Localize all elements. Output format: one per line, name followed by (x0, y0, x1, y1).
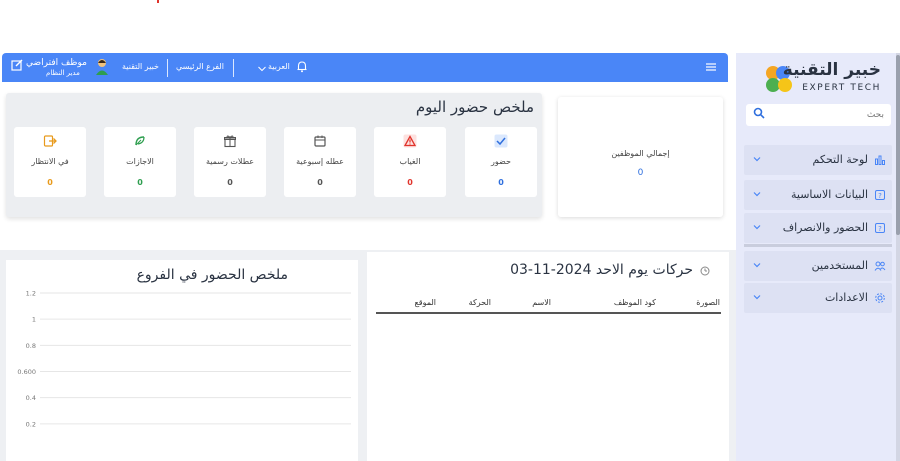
card-absent[interactable]: الغياب 0 (374, 127, 446, 197)
card-present[interactable]: حضور 0 (465, 127, 537, 197)
summary-title: ملخص حضور اليوم (415, 98, 534, 116)
sidebar-item-dashboard[interactable]: لوحة التحكم (744, 145, 892, 175)
branches-chart: 1.2 1 0.8 0.600 0.4 0.2 (17, 290, 351, 428)
brand-logo[interactable]: خبير التقنية EXPERT TECH (766, 60, 881, 98)
card-value: 0 (317, 178, 323, 187)
card-label: في الانتظار (31, 157, 69, 166)
menu-icon[interactable] (705, 62, 717, 72)
edit-profile-icon[interactable] (11, 59, 23, 71)
card-label: حضور (491, 157, 511, 166)
attendance-icon: ? (875, 223, 885, 233)
y-tick-label: 0.4 (26, 394, 36, 402)
topbar-divider (167, 59, 168, 77)
sidebar-item-users[interactable]: المستخدمين (744, 251, 892, 281)
sidebar-item-settings[interactable]: الاعدادات (744, 283, 892, 313)
svg-text:?: ? (878, 192, 882, 200)
y-tick-label: 1.2 (26, 290, 36, 298)
sidebar-scrollbar[interactable] (896, 53, 900, 461)
card-value: 0 (47, 178, 53, 187)
card-label: الغياب (399, 157, 421, 166)
column-header-location[interactable]: الموقع (415, 298, 437, 307)
column-header-movement[interactable]: الحركة (469, 298, 491, 307)
chevron-down-icon (753, 263, 761, 268)
y-tick-label: 1 (32, 316, 36, 324)
y-tick-label: 0.8 (26, 342, 36, 350)
card-value: 0 (227, 178, 233, 187)
calendar-icon (314, 135, 326, 147)
y-tick-label: 0.600 (17, 368, 36, 376)
sidebar-search (746, 104, 891, 126)
chevron-down-icon (753, 192, 761, 197)
attendance-summary-panel: ملخص حضور اليوم حضور 0 الغياب 0 عطله إسب… (6, 93, 542, 217)
card-label: الاجازات (126, 157, 154, 166)
sidebar-item-label: الاعدادات (824, 291, 868, 304)
sidebar-divider (744, 244, 892, 247)
sidebar-item-label: لوحة التحكم (812, 153, 868, 166)
card-value: 0 (407, 178, 413, 187)
pending-icon (43, 135, 57, 147)
sidebar-item-label: الحضور والانصراف (782, 221, 868, 234)
card-value: 0 (137, 178, 143, 187)
card-label: عطلات رسمية (205, 157, 255, 166)
settings-icon (875, 293, 885, 303)
card-label: عطله إسبوعية (296, 157, 344, 166)
avatar[interactable] (95, 58, 109, 76)
branch-name[interactable]: الفرع الرئيسي (176, 62, 224, 71)
company-name: خبير التقنية (122, 62, 159, 71)
sidebar-item-attendance[interactable]: الحضور والانصراف ? (744, 213, 892, 243)
dashboard-icon (875, 155, 885, 165)
total-employees-card[interactable]: إجمالي الموظفين 0 (558, 97, 723, 217)
sidebar-item-label: البيانات الاساسية (791, 188, 868, 201)
total-employees-label: إجمالي الموظفين (611, 149, 670, 158)
gift-icon (224, 135, 236, 148)
branches-chart-panel: ملخص الحضور في الفروع 1.2 1 0.8 0.600 0.4 0.2 (6, 260, 358, 461)
total-employees-value: 0 (637, 168, 644, 178)
movements-title: حركات يوم الاحد 2024-11-03 (510, 262, 693, 278)
column-header-name[interactable]: الاسم (532, 298, 551, 307)
chevron-down-icon (753, 157, 761, 162)
card-official-holidays[interactable]: عطلات رسمية 0 (194, 127, 266, 197)
svg-text:?: ? (878, 225, 882, 233)
card-pending[interactable]: في الانتظار 0 (14, 127, 86, 197)
users-icon (874, 261, 886, 271)
database-icon: ? (875, 190, 885, 200)
leave-icon (135, 136, 145, 146)
table-header-divider (376, 312, 721, 314)
card-value: 0 (498, 178, 504, 187)
top-bar: موظف افتراضي مدير النظام خبير التقنية ال… (2, 53, 728, 82)
chevron-down-icon (753, 295, 761, 300)
clock-icon (700, 266, 710, 276)
language-select[interactable]: العربية (268, 62, 290, 71)
user-name[interactable]: موظف افتراضي (26, 58, 87, 68)
brand-title: خبير التقنية (782, 60, 881, 80)
column-header-photo[interactable]: الصورة (696, 298, 720, 307)
sidebar-item-basic-data[interactable]: البيانات الاساسية ? (744, 180, 892, 210)
search-input[interactable] (770, 107, 884, 123)
chevron-down-icon[interactable] (257, 65, 267, 73)
column-header-employee-code[interactable]: كود الموظف (614, 298, 656, 307)
card-weekly-off[interactable]: عطله إسبوعية 0 (284, 127, 356, 197)
user-role: مدير النظام (46, 69, 80, 77)
y-tick-label: 0.2 (26, 420, 36, 428)
red-marker (157, 0, 159, 3)
sidebar-item-label: المستخدمين (811, 259, 868, 272)
check-icon (494, 134, 508, 148)
chevron-down-icon (753, 225, 761, 230)
warning-icon (403, 134, 417, 148)
topbar-divider (233, 59, 234, 77)
bell-icon[interactable] (296, 60, 308, 73)
daily-movements-panel: حركات يوم الاحد 2024-11-03 الصورة كود ال… (367, 252, 729, 461)
card-leaves[interactable]: الاجازات 0 (104, 127, 176, 197)
brand-subtitle: EXPERT TECH (802, 83, 881, 93)
search-icon[interactable] (753, 107, 765, 119)
